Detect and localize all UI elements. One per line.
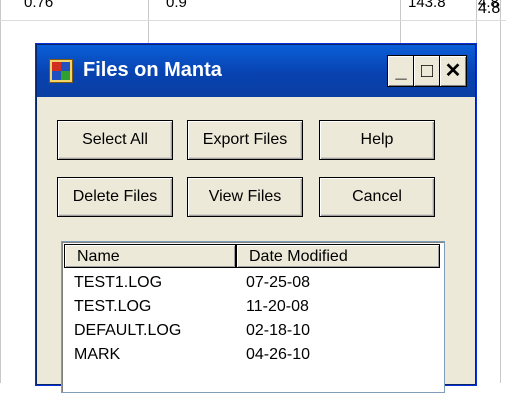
list-item[interactable]: TEST1.LOG 07-25-08 <box>64 272 442 294</box>
close-button[interactable]: ✕ <box>439 55 467 87</box>
column-header-name[interactable]: Name <box>64 244 236 268</box>
view-files-button[interactable]: View Files <box>187 177 303 217</box>
file-name: TEST.LOG <box>74 298 152 315</box>
sheet-cell: 0.76 <box>24 0 54 11</box>
title-bar[interactable]: Files on Manta _ □ ✕ <box>37 45 475 97</box>
window-title: Files on Manta <box>83 59 222 81</box>
minimize-button[interactable]: _ <box>387 55 415 87</box>
file-date-modified: 11-20-08 <box>246 298 309 315</box>
help-button[interactable]: Help <box>319 120 435 160</box>
sheet-cell: 143.8 <box>408 0 446 11</box>
list-item[interactable]: TEST.LOG 11-20-08 <box>64 296 442 318</box>
file-list[interactable]: Name Date Modified TEST1.LOG 07-25-08 TEST… <box>61 241 445 393</box>
cancel-button[interactable]: Cancel <box>319 177 435 217</box>
maximize-button[interactable]: □ <box>413 55 441 87</box>
files-dialog: Files on Manta _ □ ✕ Select All Export F… <box>36 44 476 393</box>
column-header-date-modified[interactable]: Date Modified <box>236 244 440 268</box>
file-name: DEFAULT.LOG <box>74 322 182 339</box>
grid-line <box>476 0 477 383</box>
list-item[interactable]: DEFAULT.LOG 02-18-10 <box>64 320 442 342</box>
file-name: MARK <box>74 346 121 363</box>
file-date-modified: 02-18-10 <box>246 322 311 339</box>
sheet-right-values: 4.84.84.84.84.84.84.84.84.84.84.84.84.84… <box>478 0 500 383</box>
file-date-modified: 07-25-08 <box>246 274 311 291</box>
app-window-icon <box>49 59 73 83</box>
sheet-cell: 4.8 <box>478 0 500 17</box>
delete-files-button[interactable]: Delete Files <box>57 177 173 217</box>
grid-line <box>0 20 506 21</box>
sheet-cell: 0.9 <box>166 0 187 11</box>
select-all-button[interactable]: Select All <box>57 120 173 160</box>
export-files-button[interactable]: Export Files <box>187 120 303 160</box>
grid-line <box>0 0 1 383</box>
file-name: TEST1.LOG <box>74 274 163 291</box>
file-date-modified: 04-26-10 <box>246 346 311 363</box>
list-item[interactable]: MARK 04-26-10 <box>64 344 442 366</box>
grid-line <box>500 0 501 383</box>
file-list-header: Name Date Modified <box>64 244 442 270</box>
